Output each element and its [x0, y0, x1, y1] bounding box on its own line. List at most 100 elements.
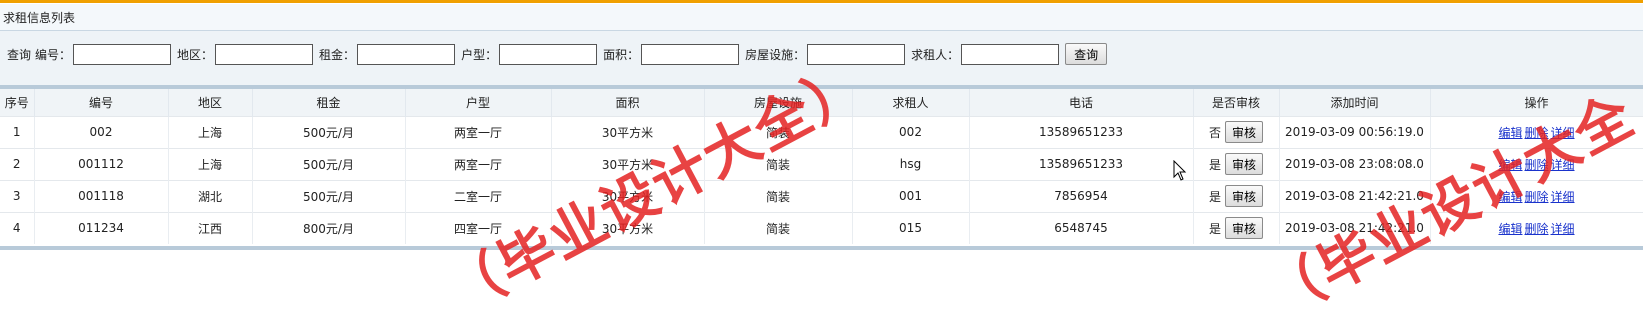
delete-link[interactable]: 删除: [1524, 222, 1548, 236]
renter-label: 求租人：: [911, 47, 960, 62]
delete-link[interactable]: 删除: [1524, 126, 1548, 140]
header-region: 地区: [168, 89, 253, 116]
audit-button[interactable]: 审核: [1225, 153, 1264, 175]
cell-time: 2019-03-08 23:08:08.0: [1279, 148, 1431, 180]
layout-input[interactable]: [499, 43, 598, 65]
cell-phone: 13589651233: [969, 116, 1194, 148]
edit-link[interactable]: 编辑: [1498, 190, 1522, 204]
detail-link[interactable]: 详细: [1551, 190, 1575, 204]
header-area: 面积: [551, 89, 705, 116]
panel-title: 求租信息列表: [3, 10, 76, 25]
cell-rent: 500元/月: [252, 116, 406, 148]
header-phone: 电话: [969, 89, 1194, 116]
table-row: 3 001118 湖北 500元/月 二室一厅 30平方米 简装 001 785…: [0, 180, 1643, 212]
cell-audited: 否审核: [1193, 116, 1280, 148]
cell-layout: 两室一厅: [405, 116, 552, 148]
top-accent-line: [0, 0, 1643, 3]
header-renter: 求租人: [852, 89, 970, 116]
header-rent: 租金: [252, 89, 406, 116]
cell-rent: 500元/月: [252, 180, 406, 212]
cell-actions: 编辑 删除 详细: [1430, 180, 1643, 212]
cell-area: 30平方米: [551, 116, 705, 148]
cell-area: 30平方米: [551, 148, 705, 180]
rent-label: 租金：: [319, 47, 356, 62]
audited-status: 是: [1208, 221, 1221, 236]
detail-link[interactable]: 详细: [1551, 222, 1575, 236]
audited-status: 否: [1208, 125, 1221, 140]
cell-audited: 是审核: [1193, 148, 1280, 180]
renter-input[interactable]: [961, 43, 1060, 65]
header-audited: 是否审核: [1193, 89, 1280, 116]
cell-time: 2019-03-08 21:42:21.0: [1279, 212, 1431, 244]
cell-actions: 编辑 删除 详细: [1430, 212, 1643, 244]
audit-button[interactable]: 审核: [1225, 185, 1264, 207]
header-layout: 户型: [405, 89, 552, 116]
search-bar: 查询 编号： 地区： 租金： 户型： 面积： 房屋设施： 求租人： 查询: [0, 31, 1643, 85]
cell-region: 江西: [168, 212, 253, 244]
detail-link[interactable]: 详细: [1551, 126, 1575, 140]
cell-region: 湖北: [168, 180, 253, 212]
search-prefix-label: 查询: [7, 47, 32, 62]
cell-renter: 015: [852, 212, 970, 244]
edit-link[interactable]: 编辑: [1498, 222, 1522, 236]
cell-code: 011234: [34, 212, 169, 244]
rent-input[interactable]: [357, 43, 456, 65]
audited-status: 是: [1208, 189, 1221, 204]
edit-link[interactable]: 编辑: [1498, 126, 1522, 140]
edit-link[interactable]: 编辑: [1498, 158, 1522, 172]
table-header-row: 序号 编号 地区 租金 户型 面积 房屋设施 求租人 电话 是否审核 添加时间 …: [0, 89, 1643, 116]
header-time: 添加时间: [1279, 89, 1431, 116]
cell-seq: 3: [0, 180, 35, 212]
cell-audited: 是审核: [1193, 180, 1280, 212]
cell-layout: 两室一厅: [405, 148, 552, 180]
search-button[interactable]: 查询: [1065, 43, 1108, 65]
delete-link[interactable]: 删除: [1524, 190, 1548, 204]
cell-seq: 2: [0, 148, 35, 180]
audit-button[interactable]: 审核: [1225, 121, 1264, 143]
facility-label: 房屋设施：: [745, 47, 806, 62]
region-label: 地区：: [177, 47, 214, 62]
cell-time: 2019-03-08 21:42:21.0: [1279, 180, 1431, 212]
cell-layout: 四室一厅: [405, 212, 552, 244]
cell-region: 上海: [168, 148, 253, 180]
code-input[interactable]: [73, 43, 172, 65]
cell-facility: 简装: [704, 116, 853, 148]
audited-status: 是: [1208, 157, 1221, 172]
facility-input[interactable]: [807, 43, 906, 65]
cell-code: 001112: [34, 148, 169, 180]
cell-renter: hsg: [852, 148, 970, 180]
area-label: 面积：: [603, 47, 640, 62]
table-row: 4 011234 江西 800元/月 四室一厅 30平方米 简装 015 654…: [0, 212, 1643, 244]
cell-phone: 6548745: [969, 212, 1194, 244]
cell-facility: 简装: [704, 148, 853, 180]
cell-rent: 500元/月: [252, 148, 406, 180]
rental-table: 序号 编号 地区 租金 户型 面积 房屋设施 求租人 电话 是否审核 添加时间 …: [0, 89, 1643, 244]
cell-code: 002: [34, 116, 169, 148]
panel-title-bar: 求租信息列表: [0, 4, 1643, 31]
cell-seq: 4: [0, 212, 35, 244]
cell-facility: 简装: [704, 180, 853, 212]
cell-time: 2019-03-09 00:56:19.0: [1279, 116, 1431, 148]
region-input[interactable]: [215, 43, 314, 65]
audit-button[interactable]: 审核: [1225, 217, 1264, 240]
cell-layout: 二室一厅: [405, 180, 552, 212]
mouse-pointer-icon: [1173, 160, 1187, 181]
cell-area: 30平方米: [551, 180, 705, 212]
table-row: 2 001112 上海 500元/月 两室一厅 30平方米 简装 hsg 135…: [0, 148, 1643, 180]
delete-link[interactable]: 删除: [1524, 158, 1548, 172]
detail-link[interactable]: 详细: [1551, 158, 1575, 172]
layout-label: 户型：: [461, 47, 498, 62]
area-input[interactable]: [641, 43, 740, 65]
header-code: 编号: [34, 89, 169, 116]
cell-renter: 001: [852, 180, 970, 212]
cell-actions: 编辑 删除 详细: [1430, 148, 1643, 180]
cell-code: 001118: [34, 180, 169, 212]
cell-audited: 是审核: [1193, 212, 1280, 244]
cell-rent: 800元/月: [252, 212, 406, 244]
search-row: 查询 编号： 地区： 租金： 户型： 面积： 房屋设施： 求租人： 查询: [7, 42, 1108, 66]
cell-area: 30平方米: [551, 212, 705, 244]
header-facility: 房屋设施: [704, 89, 853, 116]
footer-separator: [0, 246, 1643, 250]
header-seq: 序号: [0, 89, 35, 116]
cell-region: 上海: [168, 116, 253, 148]
